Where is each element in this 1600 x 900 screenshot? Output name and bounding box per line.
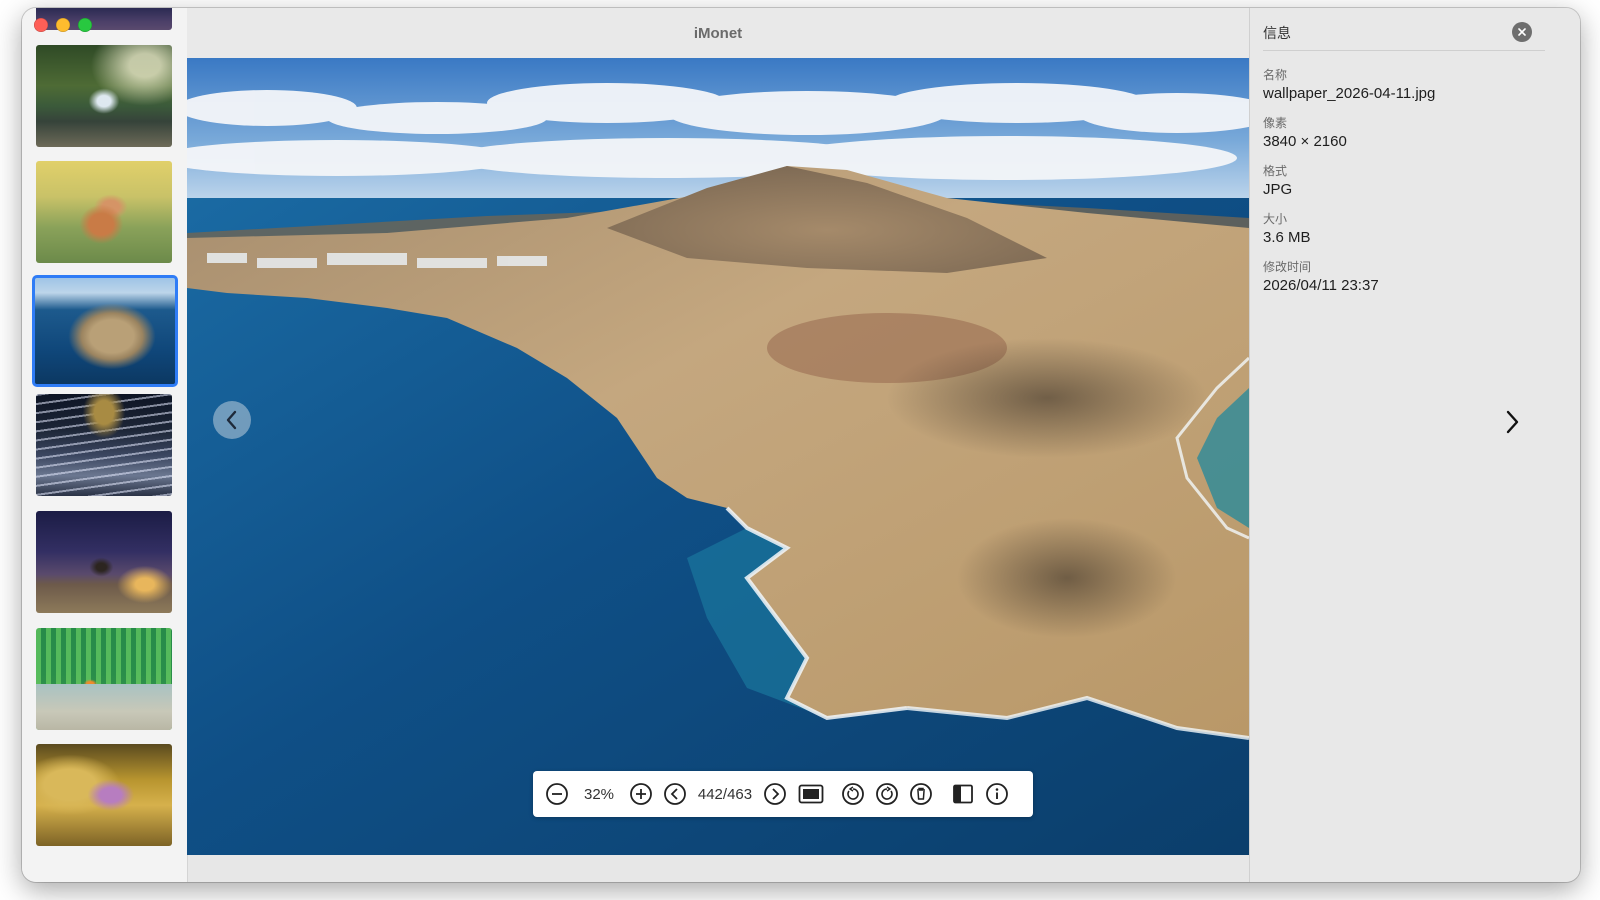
- info-panel: 信息 名称 wallpaper_2026-04-11.jpg 像素 3840 ×…: [1249, 8, 1580, 882]
- window-controls: [34, 18, 92, 32]
- zoom-in-icon: [630, 783, 652, 805]
- zoom-window-button[interactable]: [78, 18, 92, 32]
- thumbnail-waterfall[interactable]: [36, 45, 172, 147]
- delete-icon: [910, 783, 932, 805]
- thumbnail-fox[interactable]: [36, 161, 172, 263]
- field-label: 大小: [1263, 212, 1288, 226]
- thumbnail-coral-clownfish[interactable]: [36, 628, 172, 730]
- zoom-level: 32%: [583, 785, 615, 803]
- zoom-in-button[interactable]: [627, 780, 655, 808]
- field-value: 3.6 MB: [1263, 229, 1311, 246]
- fit-screen-icon: [798, 784, 824, 804]
- chevron-right-icon: [1506, 410, 1519, 434]
- title-bar: iMonet: [187, 8, 1249, 59]
- field-name: 名称 wallpaper_2026-04-11.jpg: [1263, 66, 1435, 114]
- info-icon: [986, 783, 1008, 805]
- main-photo-coastline: [187, 58, 1249, 855]
- rotate-left-icon: [842, 783, 864, 805]
- sidebar-toggle-icon: [953, 784, 973, 804]
- next-icon: [764, 783, 786, 805]
- rotate-left-button[interactable]: [839, 780, 867, 808]
- field-modified: 修改时间 2026/04/11 23:37: [1263, 258, 1435, 306]
- image-counter: 442/463: [697, 785, 753, 803]
- previous-image-button[interactable]: [213, 401, 251, 439]
- field-pixels: 像素 3840 × 2160: [1263, 114, 1435, 162]
- field-size: 大小 3.6 MB: [1263, 210, 1435, 258]
- thumbnail-milky-way-tree[interactable]: [36, 511, 172, 613]
- info-title: 信息: [1263, 26, 1291, 42]
- next-image-button[interactable]: [1498, 404, 1526, 440]
- delete-button[interactable]: [907, 780, 935, 808]
- previous-icon: [664, 783, 686, 805]
- fit-screen-button[interactable]: [797, 780, 825, 808]
- close-window-button[interactable]: [34, 18, 48, 32]
- thumbnail-highway-night[interactable]: [36, 394, 172, 496]
- toggle-sidebar-button[interactable]: [949, 780, 977, 808]
- close-info-button[interactable]: [1512, 22, 1532, 42]
- thumbnail-sidebar[interactable]: [22, 8, 188, 882]
- next-button[interactable]: [761, 780, 789, 808]
- thumbnail-golden-cave[interactable]: [36, 744, 172, 846]
- field-value: JPG: [1263, 181, 1293, 198]
- chevron-left-icon: [226, 410, 237, 430]
- rotate-right-button[interactable]: [873, 780, 901, 808]
- field-value: 3840 × 2160: [1263, 133, 1347, 150]
- zoom-out-button[interactable]: [543, 780, 571, 808]
- info-fields: 名称 wallpaper_2026-04-11.jpg 像素 3840 × 21…: [1263, 66, 1435, 306]
- field-format: 格式 JPG: [1263, 162, 1435, 210]
- minimize-window-button[interactable]: [56, 18, 70, 32]
- field-value: 2026/04/11 23:37: [1263, 277, 1379, 294]
- field-label: 格式: [1263, 164, 1288, 178]
- window-title: iMonet: [693, 24, 743, 42]
- close-icon: [1518, 28, 1526, 36]
- info-button[interactable]: [983, 780, 1011, 808]
- previous-button[interactable]: [661, 780, 689, 808]
- rotate-right-icon: [876, 783, 898, 805]
- field-value: wallpaper_2026-04-11.jpg: [1263, 85, 1436, 102]
- image-viewer[interactable]: [187, 58, 1249, 855]
- info-header: 信息: [1263, 16, 1545, 51]
- zoom-out-icon: [546, 783, 568, 805]
- viewer-toolbar: 32% 442/463: [533, 771, 1033, 817]
- field-label: 像素: [1263, 116, 1288, 130]
- app-window: iMonet 32% 442/463 信息 名称 wallpaper_2026-…: [22, 8, 1580, 882]
- field-label: 修改时间: [1263, 260, 1312, 274]
- field-label: 名称: [1263, 68, 1288, 82]
- thumbnail-coastline-selected[interactable]: [32, 275, 178, 387]
